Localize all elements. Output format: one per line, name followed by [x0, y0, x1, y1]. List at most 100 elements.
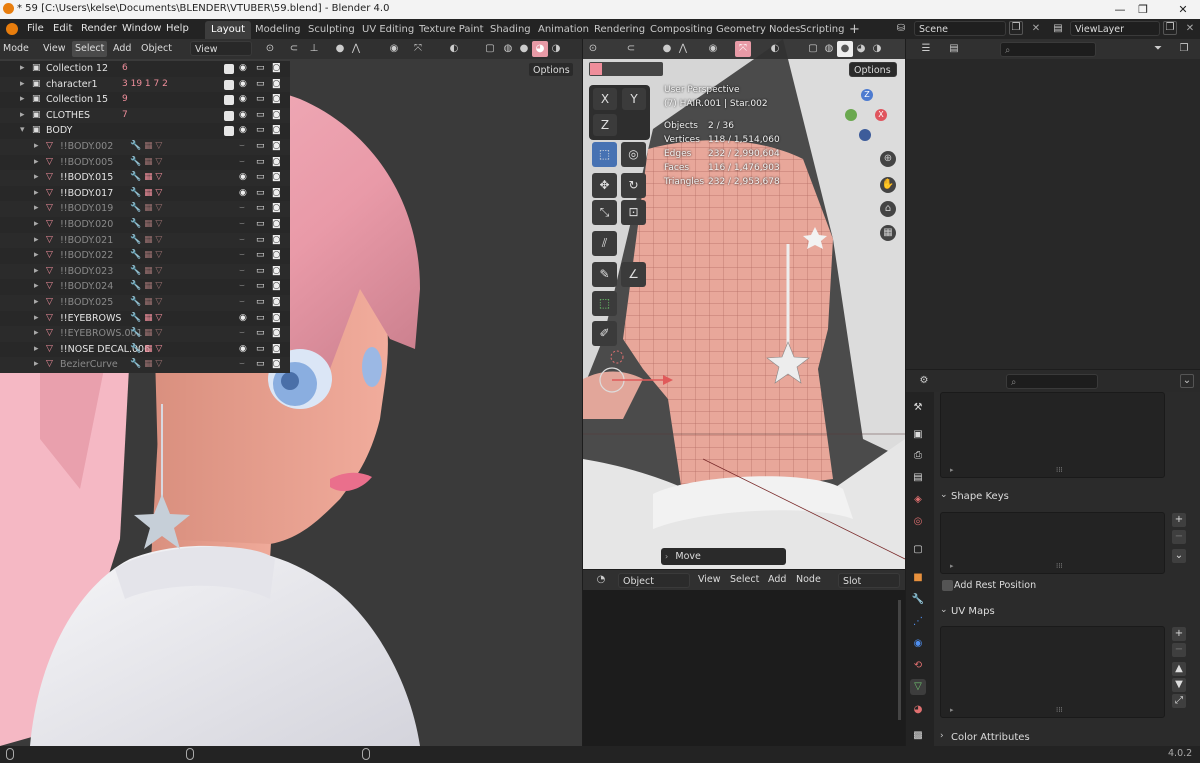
outliner-row[interactable]: ▸ ▽ !!BODY.021 🔧 ▦ ▽ ⌣ ▭ ◙ [0, 232, 290, 249]
shape-key-specials-button[interactable]: ⌄ [1172, 549, 1186, 563]
render-visibility-icon[interactable]: ◙ [272, 248, 281, 264]
output-tab-icon[interactable]: ⎙ [910, 448, 926, 464]
navigation-gizmo[interactable]: Z X [841, 85, 897, 141]
shape-keys-list[interactable] [940, 512, 1165, 574]
mid-options-dropdown[interactable]: Options [849, 62, 897, 77]
menu-help[interactable]: Help [161, 21, 194, 37]
axis-z-button[interactable]: Z [593, 114, 617, 136]
viewport-visibility-icon[interactable]: ▭ [256, 155, 265, 171]
proportional-editing-icon[interactable]: ● [332, 41, 348, 57]
viewport-visibility-icon[interactable]: ▭ [256, 217, 265, 233]
material-shading-icon[interactable]: ◕ [532, 41, 548, 57]
material-tab-icon[interactable]: ◕ [910, 702, 926, 718]
mid-select-mode-buttons[interactable] [589, 62, 663, 76]
exclude-checkbox[interactable] [224, 95, 234, 106]
expand-arrow-icon[interactable]: ▸ [20, 92, 25, 108]
tab-modeling[interactable]: Modeling [249, 21, 307, 39]
annotate-tool[interactable]: ⫽ [592, 231, 617, 256]
outliner-row[interactable]: ▸ ▽ !!BODY.015 🔧 ▦ ▽ ◉ ▭ ◙ [0, 170, 290, 186]
outliner-row[interactable]: ▸ ▽ !!BODY.005 🔧 ▦ ▽ ⌣ ▭ ◙ [0, 154, 290, 171]
wireframe-shading-icon[interactable]: ◍ [500, 41, 516, 57]
menu-edit[interactable]: Edit [48, 21, 77, 37]
tab-sculpting[interactable]: Sculpting [302, 21, 361, 39]
transform-tool[interactable]: ⊡ [621, 200, 646, 225]
viewport-visibility-icon[interactable]: ▭ [256, 311, 265, 327]
gizmo-z-icon[interactable]: Z [861, 89, 873, 101]
hidden-eye-icon[interactable]: ⌣ [239, 155, 245, 171]
minimize-button[interactable]: — [1109, 1, 1131, 18]
node-add-menu[interactable]: Add [765, 572, 789, 588]
properties-search-input[interactable]: ⌕ [1006, 374, 1098, 389]
tab-layout[interactable]: Layout [205, 21, 251, 39]
expand-arrow-icon[interactable]: ▸ [34, 248, 39, 264]
tab-shading[interactable]: Shading [484, 21, 537, 39]
menu-file[interactable]: File [22, 21, 49, 37]
expand-arrow-icon[interactable]: ▸ [34, 170, 39, 186]
delete-view-layer-icon[interactable]: ✕ [1182, 21, 1198, 37]
eye-icon[interactable]: ◉ [239, 77, 247, 93]
snap-icon[interactable]: ⊂ [286, 41, 302, 57]
hidden-eye-icon[interactable]: ⌣ [239, 139, 245, 155]
new-collection-icon[interactable]: ❐ [1176, 41, 1192, 57]
hidden-eye-icon[interactable]: ⌣ [239, 217, 245, 233]
exclude-checkbox[interactable] [224, 126, 234, 137]
outliner-row[interactable]: ▸ ▽ BezierCurve 🔧 ▦ ▽ ⌣ ▭ ◙ [0, 357, 290, 373]
node-scrollbar[interactable] [898, 600, 901, 720]
expand-arrow-icon[interactable]: ▾ [20, 123, 25, 139]
viewport-visibility-icon[interactable]: ▭ [256, 186, 265, 202]
render-visibility-icon[interactable]: ◙ [272, 108, 281, 124]
viewport-visibility-icon[interactable]: ▭ [256, 92, 265, 108]
visibility-icon[interactable]: ◉ [386, 41, 402, 57]
menu-window[interactable]: Window [117, 21, 166, 37]
mid-gizmo-icon[interactable]: ⤧ [735, 41, 751, 57]
slot-dropdown[interactable]: Slot [838, 573, 900, 588]
tab-geometry-nodes[interactable]: Geometry Nodes [710, 21, 806, 39]
viewport-visibility-icon[interactable]: ▭ [256, 248, 265, 264]
hidden-eye-icon[interactable]: ⌣ [239, 201, 245, 217]
node-select-menu[interactable]: Select [727, 572, 762, 588]
maximize-button[interactable]: ❐ [1132, 1, 1154, 18]
render-visibility-icon[interactable]: ◙ [272, 342, 281, 358]
viewport-visibility-icon[interactable]: ▭ [256, 326, 265, 342]
outliner-row[interactable]: ▸ ▽ !!BODY.023 🔧 ▦ ▽ ⌣ ▭ ◙ [0, 263, 290, 280]
eye-icon[interactable]: ◉ [239, 311, 247, 327]
modifier-tab-icon[interactable]: 🔧 [910, 592, 926, 608]
hidden-eye-icon[interactable]: ⌣ [239, 264, 245, 280]
render-visibility-icon[interactable]: ◙ [272, 326, 281, 342]
render-visibility-icon[interactable]: ◙ [272, 357, 281, 373]
camera-view-icon[interactable]: ⌂ [880, 201, 896, 217]
render-visibility-icon[interactable]: ◙ [272, 170, 281, 186]
mid-material-icon[interactable]: ◕ [853, 41, 869, 57]
object-menu[interactable]: Object [138, 41, 175, 57]
expand-arrow-icon[interactable]: ▸ [34, 186, 39, 202]
axis-x-button[interactable]: X [593, 88, 617, 110]
transform-orientation-dropdown[interactable]: View [190, 41, 252, 56]
viewport-visibility-icon[interactable]: ▭ [256, 170, 265, 186]
new-view-layer-icon[interactable]: ❐ [1163, 21, 1177, 35]
mid-wireframe-icon[interactable]: ◍ [821, 41, 837, 57]
eye-icon[interactable]: ◉ [239, 186, 247, 202]
uv-maps-resize-grip[interactable]: ⁞⁞⁞ [1056, 706, 1063, 714]
mid-overlay-icon[interactable]: ◐ [767, 41, 783, 57]
scene-tab-icon[interactable]: ◈ [910, 492, 926, 508]
collection-tab-icon[interactable]: ▢ [910, 542, 926, 558]
eye-icon[interactable]: ◉ [239, 92, 247, 108]
view-menu[interactable]: View [40, 41, 69, 57]
add-uv-map-button[interactable]: + [1172, 627, 1186, 641]
eye-icon[interactable]: ◉ [239, 342, 247, 358]
render-visibility-icon[interactable]: ◙ [272, 155, 281, 171]
add-shape-key-button[interactable]: + [1172, 513, 1186, 527]
outliner-row[interactable]: ▸ ▣ character1 3 19 1 7 2 ◉ ▭ ◙ [0, 76, 290, 93]
node-menu[interactable]: Node [793, 572, 824, 588]
blender-menu-icon[interactable] [6, 23, 18, 35]
view-layer-tab-icon[interactable]: ▤ [910, 470, 926, 486]
expand-arrow-icon[interactable]: ▸ [34, 139, 39, 155]
rendered-shading-icon[interactable]: ◑ [548, 41, 564, 57]
shape-keys-expand-icon[interactable]: ▸ [950, 562, 954, 570]
gizmo-x-icon[interactable]: X [875, 109, 887, 121]
mid-xray-icon[interactable]: ▢ [805, 41, 821, 57]
shape-keys-resize-grip[interactable]: ⁞⁞⁞ [1056, 562, 1063, 570]
expand-arrow-icon[interactable]: ▸ [20, 61, 25, 77]
node-editor-type-icon[interactable]: ◔ [593, 572, 609, 588]
outliner-row[interactable]: ▸ ▣ CLOTHES 7 ◉ ▭ ◙ [0, 107, 290, 124]
